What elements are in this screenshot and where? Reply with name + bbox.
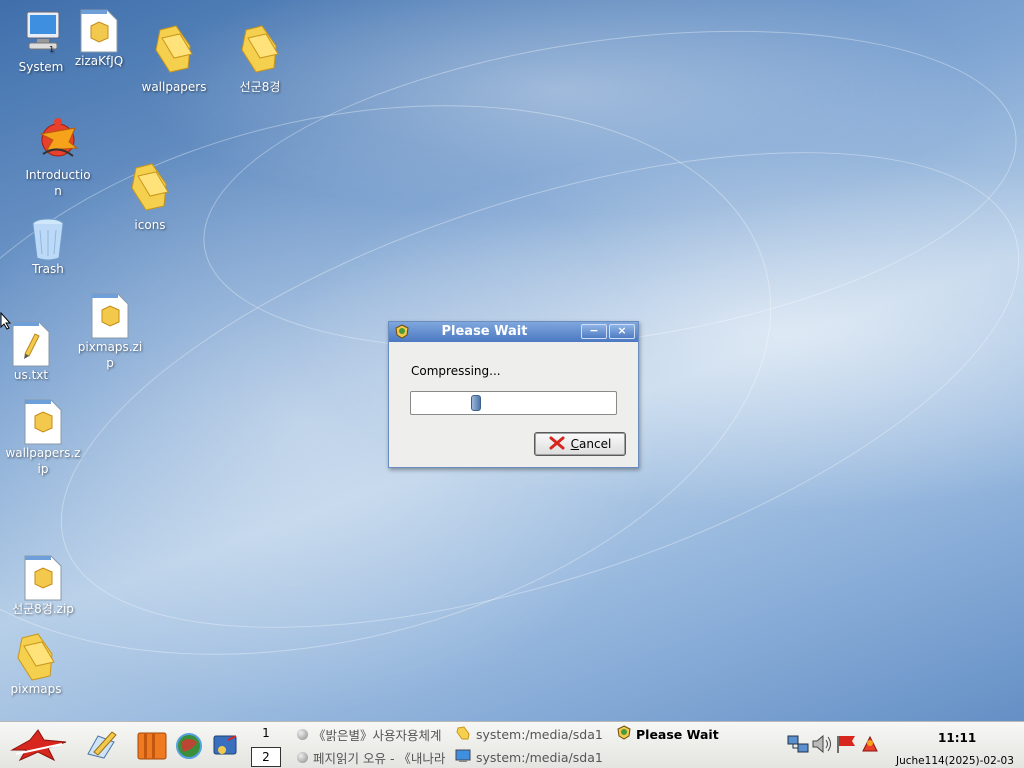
cancel-icon [549, 436, 565, 453]
desktop-icon-label: 선군8경.zip [12, 602, 74, 616]
desktop-icon-pixmaps[interactable]: pixmaps [0, 632, 79, 697]
package-file-icon [0, 554, 86, 605]
desktop-icon-pixmaps-zip[interactable]: pixmaps.zip [67, 292, 153, 371]
desktop-icon-label: pixmaps.zip [77, 340, 143, 370]
folder-icon [107, 162, 193, 215]
volume-icon[interactable] [811, 734, 833, 757]
date: Juche114(2025)-02-03 [896, 755, 1014, 767]
desktop-icon-label: Trash [32, 262, 64, 276]
task-button[interactable]: system:/media/sda1 [455, 747, 607, 767]
workspace-2[interactable]: 2 [251, 747, 281, 767]
package-file-icon [0, 398, 86, 449]
package-file-icon [56, 8, 142, 57]
desktop-icon-label: Introduction [25, 168, 91, 198]
workspace-1[interactable]: 1 [251, 726, 281, 740]
app-emblem-icon [617, 725, 631, 743]
close-button[interactable]: × [609, 324, 635, 339]
file-manager-launcher-icon[interactable] [136, 729, 168, 764]
dialog-message: Compressing... [411, 364, 501, 378]
desktop-icon-wallpapers[interactable]: wallpapers [131, 24, 217, 95]
desktop-icon-label: 선군8경 [239, 80, 281, 94]
clock[interactable]: 11:11 [938, 731, 976, 745]
svg-text:1: 1 [49, 45, 54, 54]
desktop-icon-label: wallpapers [141, 80, 207, 94]
desktop-icon-zizakfjq[interactable]: zizaKfJQ [56, 8, 142, 69]
task-button[interactable]: Please Wait [617, 724, 777, 744]
desktop-icon-icons[interactable]: icons [107, 162, 193, 233]
desktop-icon-label: zizaKfJQ [74, 54, 124, 68]
web-browser-launcher-icon[interactable] [175, 732, 203, 763]
desktop-icon-trash[interactable]: Trash [5, 216, 91, 277]
desktop-icon-label: icons [134, 218, 166, 232]
folder-icon [0, 632, 79, 685]
taskbar: 1 2 《밝은별》사용자용체계 system:/media/sda1 Pleas… [0, 721, 1024, 768]
flag-icon[interactable] [835, 734, 857, 757]
start-menu-icon[interactable] [8, 728, 70, 765]
task-label: 페지읽기 오유 - 《내나라 [313, 750, 446, 766]
minimize-button[interactable]: − [581, 324, 607, 339]
task-button[interactable]: 《밝은별》사용자용체계 [297, 724, 447, 744]
mouse-cursor-icon [0, 311, 12, 333]
task-label: 《밝은별》사용자용체계 [313, 727, 442, 743]
folder-icon [217, 24, 303, 77]
desktop-icon-seongun8gyeong[interactable]: 선군8경 [217, 24, 303, 95]
cancel-button-label: Cancel [570, 437, 612, 451]
desktop-icon-label: wallpapers.zip [5, 446, 81, 476]
alert-icon[interactable] [861, 735, 879, 756]
computer-small-icon [455, 749, 471, 766]
task-label: Please Wait [636, 726, 719, 742]
cancel-button[interactable]: Cancel [534, 432, 626, 456]
folder-icon [131, 24, 217, 77]
desktop-icon-introduction[interactable]: Introduction [15, 114, 101, 199]
trash-icon [5, 216, 91, 265]
window-icon [297, 751, 308, 763]
please-wait-dialog: Please Wait − × Compressing... Cancel [388, 321, 639, 468]
task-label: system:/media/sda1 [476, 749, 603, 765]
package-file-icon [67, 292, 153, 343]
desktop-icon-label: pixmaps [10, 682, 62, 696]
text-editor-launcher-icon[interactable] [84, 728, 118, 763]
progress-pulse [470, 395, 481, 411]
task-button[interactable]: 페지읽기 오유 - 《내나라 [297, 747, 447, 767]
task-button[interactable]: system:/media/sda1 [455, 724, 607, 744]
media-player-launcher-icon[interactable] [210, 730, 240, 763]
dialog-title: Please Wait [441, 324, 528, 339]
window-icon [297, 728, 308, 740]
task-label: system:/media/sda1 [476, 726, 603, 742]
folder-icon [455, 725, 471, 743]
desktop-icon-wallpapers-zip[interactable]: wallpapers.zip [0, 398, 86, 477]
dialog-titlebar[interactable]: Please Wait − × [389, 322, 638, 342]
introduction-icon [15, 114, 101, 165]
desktop-icon-seongun8gyeong-zip[interactable]: 선군8경.zip [0, 554, 86, 617]
progress-bar [410, 391, 617, 415]
network-icon[interactable] [787, 734, 809, 757]
